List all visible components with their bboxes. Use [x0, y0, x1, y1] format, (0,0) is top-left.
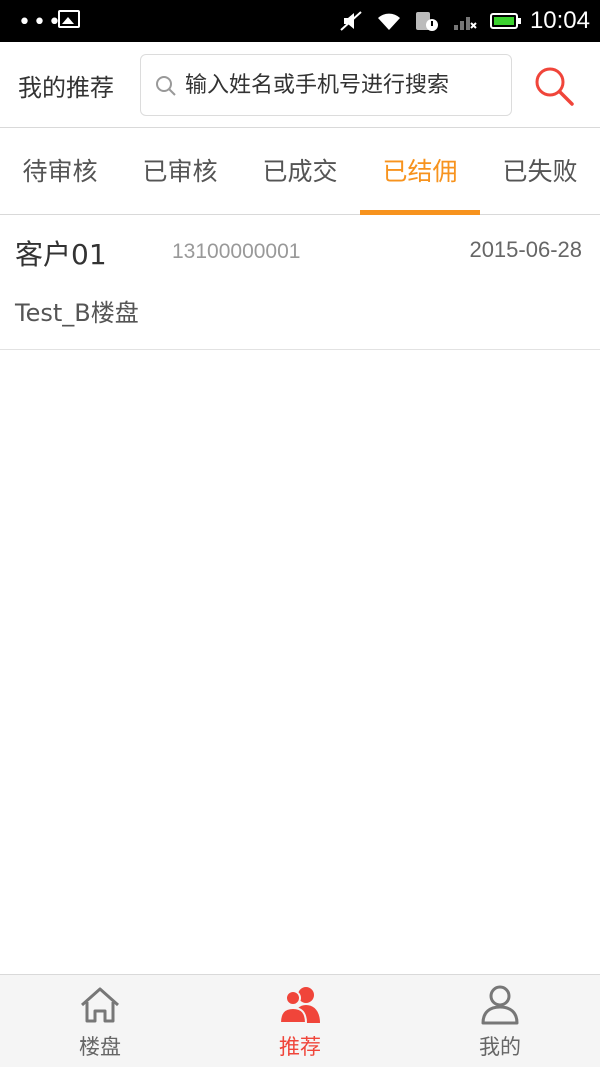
- search-input[interactable]: [185, 55, 505, 115]
- list-item[interactable]: 客户01 13100000001 2015-06-28 Test_B楼盘: [0, 215, 600, 350]
- tab-failed[interactable]: 已失败: [480, 128, 600, 214]
- header: 我的推荐: [0, 42, 600, 128]
- status-icons: 10:04: [338, 0, 590, 42]
- status-tabs: 待审核 已审核 已成交 已结佣 已失败: [0, 128, 600, 215]
- tab-reviewed[interactable]: 已审核: [120, 128, 240, 214]
- image-notification-icon: [58, 10, 80, 28]
- search-button-icon[interactable]: [530, 64, 578, 108]
- signal-icon: [453, 17, 477, 30]
- mute-icon: [340, 11, 362, 31]
- status-bar: ••• 10:04: [0, 0, 600, 42]
- more-notifications-icon: •••: [18, 10, 63, 35]
- project-name: Test_B楼盘: [15, 299, 139, 327]
- customer-name: 客户01: [15, 238, 107, 271]
- bottom-nav: 楼盘 推荐 我的: [0, 974, 600, 1067]
- customer-phone: 13100000001: [172, 240, 301, 263]
- wifi-icon: [377, 13, 400, 30]
- tab-pending-review[interactable]: 待审核: [0, 128, 120, 214]
- sim-icon: [415, 12, 438, 31]
- nav-label-mine: 我的: [479, 1035, 521, 1059]
- clock: 10:04: [529, 7, 590, 34]
- users-icon: [278, 987, 320, 1024]
- nav-item-properties[interactable]: 楼盘: [0, 975, 200, 1067]
- recommend-date: 2015-06-28: [469, 237, 582, 262]
- tab-commission-settled[interactable]: 已结佣: [360, 128, 480, 215]
- user-icon: [481, 985, 519, 1025]
- nav-label-recommend: 推荐: [279, 1035, 321, 1059]
- home-icon: [81, 987, 119, 1023]
- page-title: 我的推荐: [18, 74, 114, 102]
- nav-label-properties: 楼盘: [79, 1035, 121, 1059]
- search-box[interactable]: [140, 54, 512, 116]
- nav-item-recommend[interactable]: 推荐: [200, 975, 400, 1067]
- search-icon: [156, 76, 176, 96]
- tab-closed-deal[interactable]: 已成交: [240, 128, 360, 214]
- nav-item-mine[interactable]: 我的: [400, 975, 600, 1067]
- battery-icon: [489, 13, 521, 29]
